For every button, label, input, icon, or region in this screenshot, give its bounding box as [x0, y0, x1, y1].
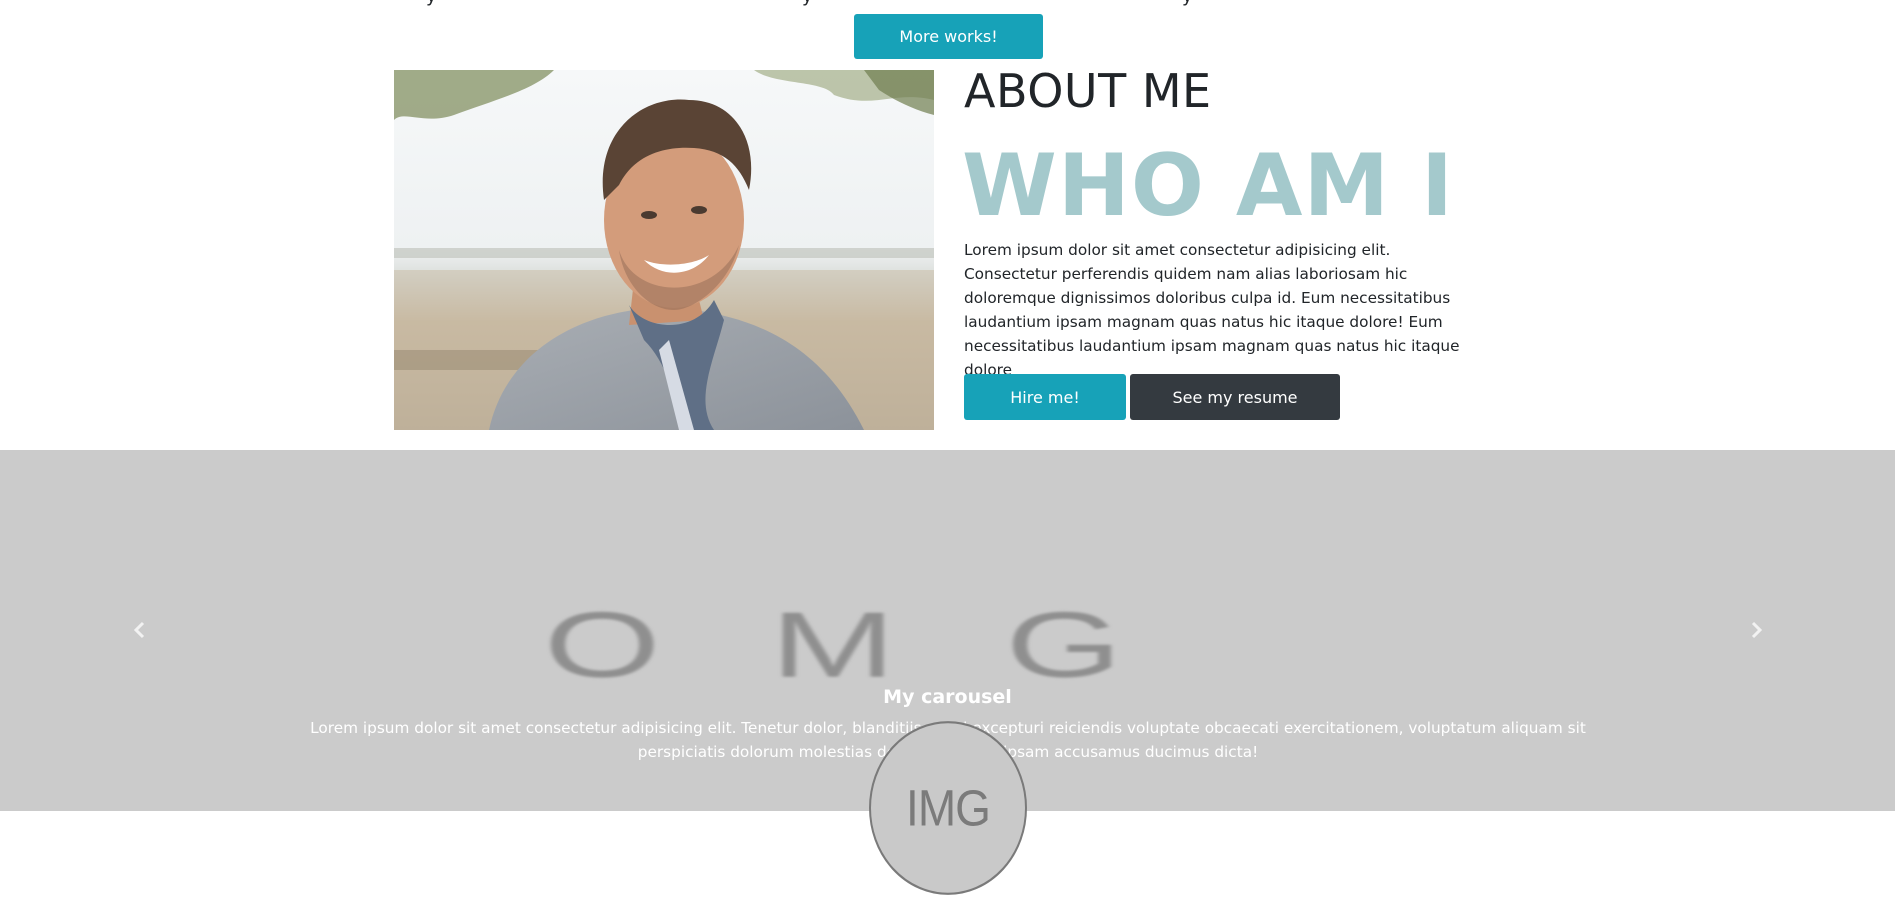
- about-heading: ABOUT ME: [964, 64, 1212, 118]
- prev-section-text-fragment: y: [802, 0, 813, 7]
- about-description: Lorem ipsum dolor sit amet consectetur a…: [964, 241, 1460, 379]
- chevron-left-icon: [133, 621, 145, 639]
- see-resume-button[interactable]: See my resume: [1130, 374, 1340, 420]
- carousel-prev-button[interactable]: [110, 600, 170, 660]
- avatar-placeholder: IMG: [869, 721, 1027, 895]
- carousel-placeholder-image: OMG: [544, 593, 1232, 690]
- more-works-button[interactable]: More works!: [854, 14, 1043, 59]
- prev-section-text-fragment: y: [1182, 0, 1193, 7]
- hire-me-button[interactable]: Hire me!: [964, 374, 1126, 420]
- carousel-caption-title: My carousel: [883, 686, 1012, 708]
- carousel-next-button[interactable]: [1726, 600, 1786, 660]
- who-am-i-heading: WHO AM I: [962, 136, 1454, 236]
- prev-section-text-fragment: y: [426, 0, 437, 7]
- about-photo: [394, 70, 934, 430]
- chevron-right-icon: [1751, 621, 1763, 639]
- svg-text:OMG: OMG: [544, 593, 1232, 690]
